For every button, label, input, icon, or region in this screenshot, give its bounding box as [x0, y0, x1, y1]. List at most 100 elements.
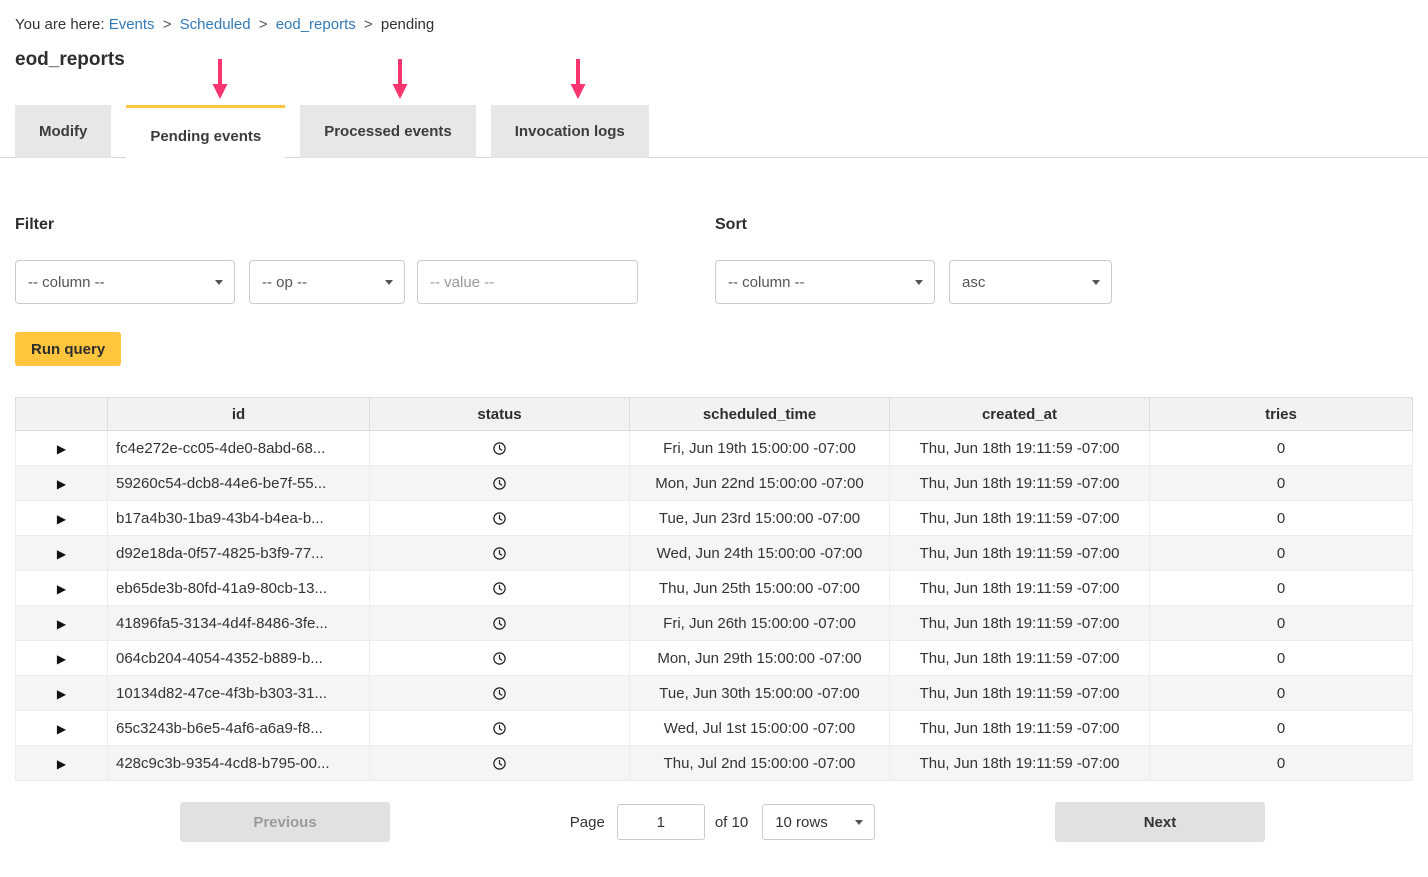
created-at-cell: Thu, Jun 18th 19:11:59 -07:00 [890, 606, 1150, 641]
run-query-button[interactable]: Run query [15, 332, 121, 366]
tries-cell: 0 [1150, 711, 1413, 746]
scheduled-time-cell: Thu, Jul 2nd 15:00:00 -07:00 [630, 746, 890, 781]
table-body: ▶ fc4e272e-cc05-4de0-8abd-68... Fri, Jun… [16, 431, 1413, 781]
filter-op-select[interactable]: -- op -- [249, 260, 405, 304]
table-row: ▶ eb65de3b-80fd-41a9-80cb-13... Thu, Jun… [16, 571, 1413, 606]
scheduled-time-cell: Thu, Jun 25th 15:00:00 -07:00 [630, 571, 890, 606]
clock-icon [492, 510, 507, 527]
tries-cell: 0 [1150, 746, 1413, 781]
clock-icon [492, 545, 507, 562]
pink-arrow-icon [392, 59, 408, 99]
filter-column-select[interactable]: -- column -- [15, 260, 235, 304]
filter-value-input[interactable] [417, 260, 638, 304]
created-at-cell: Thu, Jun 18th 19:11:59 -07:00 [890, 431, 1150, 466]
created-at-cell: Thu, Jun 18th 19:11:59 -07:00 [890, 641, 1150, 676]
tab-pending-events[interactable]: Pending events [126, 105, 285, 164]
id-cell: b17a4b30-1ba9-43b4-b4ea-b... [108, 501, 370, 536]
expand-row-button[interactable]: ▶ [57, 548, 66, 560]
table-row: ▶ 064cb204-4054-4352-b889-b... Mon, Jun … [16, 641, 1413, 676]
page-number-input[interactable] [617, 804, 705, 840]
expand-cell: ▶ [16, 501, 108, 536]
expand-cell: ▶ [16, 571, 108, 606]
sort-column-select[interactable]: -- column -- [715, 260, 935, 304]
status-cell [370, 606, 630, 641]
expand-cell: ▶ [16, 466, 108, 501]
tab-modify[interactable]: Modify [15, 105, 111, 158]
filter-sort-section: Filter -- column -- -- op -- Run query [15, 214, 1413, 366]
column-header-id: id [108, 398, 370, 431]
pending-events-table: id status scheduled_time created_at trie… [15, 397, 1413, 781]
previous-page-button[interactable]: Previous [180, 802, 390, 842]
pink-arrow-icon [570, 59, 586, 99]
expand-row-button[interactable]: ▶ [57, 688, 66, 700]
created-at-cell: Thu, Jun 18th 19:11:59 -07:00 [890, 466, 1150, 501]
id-cell: 10134d82-47ce-4f3b-b303-31... [108, 676, 370, 711]
expand-row-button[interactable]: ▶ [57, 443, 66, 455]
status-cell [370, 641, 630, 676]
breadcrumb-separator: > [364, 16, 373, 33]
sort-order-select[interactable]: asc [949, 260, 1112, 304]
expand-row-button[interactable]: ▶ [57, 758, 66, 770]
status-cell [370, 676, 630, 711]
title-row: eod_reports [15, 47, 1413, 105]
expand-row-button[interactable]: ▶ [57, 653, 66, 665]
id-cell: d92e18da-0f57-4825-b3f9-77... [108, 536, 370, 571]
column-header-status: status [370, 398, 630, 431]
expand-cell: ▶ [16, 746, 108, 781]
breadcrumb-link-scheduled[interactable]: Scheduled [180, 16, 251, 33]
status-cell [370, 431, 630, 466]
breadcrumb-link-events[interactable]: Events [109, 16, 155, 33]
expand-row-button[interactable]: ▶ [57, 618, 66, 630]
scheduled-time-cell: Fri, Jun 26th 15:00:00 -07:00 [630, 606, 890, 641]
next-page-button[interactable]: Next [1055, 802, 1265, 842]
breadcrumb-link-eod-reports[interactable]: eod_reports [276, 16, 356, 33]
clock-icon [492, 755, 507, 772]
table-row: ▶ 10134d82-47ce-4f3b-b303-31... Tue, Jun… [16, 676, 1413, 711]
breadcrumb-separator: > [163, 16, 172, 33]
status-cell [370, 571, 630, 606]
table-row: ▶ 428c9c3b-9354-4cd8-b795-00... Thu, Jul… [16, 746, 1413, 781]
created-at-cell: Thu, Jun 18th 19:11:59 -07:00 [890, 711, 1150, 746]
column-header-scheduled-time: scheduled_time [630, 398, 890, 431]
rows-per-page-select[interactable]: 10 rows [762, 804, 875, 840]
expand-row-button[interactable]: ▶ [57, 478, 66, 490]
table-row: ▶ 59260c54-dcb8-44e6-be7f-55... Mon, Jun… [16, 466, 1413, 501]
column-header-tries: tries [1150, 398, 1413, 431]
table-row: ▶ fc4e272e-cc05-4de0-8abd-68... Fri, Jun… [16, 431, 1413, 466]
expand-cell: ▶ [16, 676, 108, 711]
expand-row-button[interactable]: ▶ [57, 723, 66, 735]
sort-section: Sort -- column -- asc [715, 214, 1413, 366]
tries-cell: 0 [1150, 571, 1413, 606]
filter-section: Filter -- column -- -- op -- Run query [15, 214, 715, 366]
table-row: ▶ 65c3243b-b6e5-4af6-a6a9-f8... Wed, Jul… [16, 711, 1413, 746]
status-cell [370, 536, 630, 571]
table-header-row: id status scheduled_time created_at trie… [16, 398, 1413, 431]
tries-cell: 0 [1150, 431, 1413, 466]
expand-column-header [16, 398, 108, 431]
created-at-cell: Thu, Jun 18th 19:11:59 -07:00 [890, 676, 1150, 711]
sort-heading: Sort [715, 214, 1413, 236]
clock-icon [492, 685, 507, 702]
table-row: ▶ 41896fa5-3134-4d4f-8486-3fe... Fri, Ju… [16, 606, 1413, 641]
status-cell [370, 501, 630, 536]
tab-invocation-logs[interactable]: Invocation logs [491, 105, 649, 158]
created-at-cell: Thu, Jun 18th 19:11:59 -07:00 [890, 501, 1150, 536]
clock-icon [492, 615, 507, 632]
expand-cell: ▶ [16, 536, 108, 571]
pagination: Previous Page of 10 10 rows Next [15, 802, 1413, 864]
page-count-label: of 10 [715, 814, 748, 831]
id-cell: eb65de3b-80fd-41a9-80cb-13... [108, 571, 370, 606]
id-cell: 65c3243b-b6e5-4af6-a6a9-f8... [108, 711, 370, 746]
id-cell: 428c9c3b-9354-4cd8-b795-00... [108, 746, 370, 781]
clock-icon [492, 580, 507, 597]
scheduled-time-cell: Tue, Jun 23rd 15:00:00 -07:00 [630, 501, 890, 536]
clock-icon [492, 440, 507, 457]
scheduled-time-cell: Fri, Jun 19th 15:00:00 -07:00 [630, 431, 890, 466]
expand-row-button[interactable]: ▶ [57, 513, 66, 525]
tries-cell: 0 [1150, 501, 1413, 536]
scheduled-time-cell: Wed, Jun 24th 15:00:00 -07:00 [630, 536, 890, 571]
tab-processed-events[interactable]: Processed events [300, 105, 476, 158]
expand-row-button[interactable]: ▶ [57, 583, 66, 595]
column-header-created-at: created_at [890, 398, 1150, 431]
table-row: ▶ d92e18da-0f57-4825-b3f9-77... Wed, Jun… [16, 536, 1413, 571]
